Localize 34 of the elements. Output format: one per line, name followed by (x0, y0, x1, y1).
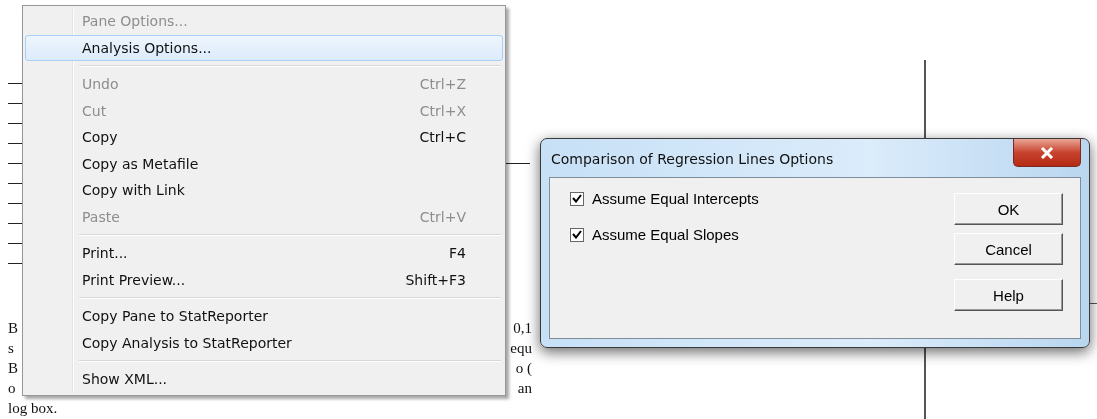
menu-item[interactable]: Copy as Metafile (25, 150, 503, 177)
dialog-button[interactable]: Cancel (954, 233, 1063, 265)
menu-item[interactable]: Copy Ctrl+C (25, 124, 503, 151)
document-text: B (8, 359, 18, 378)
menu-item[interactable]: Print... F4 (25, 240, 503, 267)
dialog-button[interactable]: Help (954, 279, 1063, 311)
menu-item[interactable]: Copy Analysis to StatReporter (25, 329, 503, 356)
document-text: equ (510, 339, 532, 358)
document-text: o ( (515, 359, 532, 378)
window-title: Comparison of Regression Lines Options (551, 151, 834, 167)
document-text: log box. (8, 399, 58, 418)
document-text: B (8, 319, 18, 338)
menu-item[interactable]: Analysis Options... (25, 34, 503, 61)
close-icon (1040, 146, 1054, 159)
shortcut-text: Ctrl+Z (419, 76, 466, 93)
checkbox-label: Assume Equal Slopes (592, 226, 739, 243)
shortcut-text: F4 (449, 245, 466, 262)
document-text: 0,1 (513, 319, 532, 338)
checkbox-label: Assume Equal Intercepts (592, 190, 759, 207)
shortcut-text: Ctrl+X (419, 102, 466, 119)
menu-item[interactable]: Copy Pane to StatReporter (25, 303, 503, 330)
document-text: s (8, 339, 14, 358)
shortcut-text: Ctrl+C (419, 129, 466, 146)
shortcut-text: Ctrl+V (419, 208, 466, 225)
close-button[interactable] (1013, 139, 1081, 167)
shortcut-text: Shift+F3 (405, 271, 466, 288)
checkbox[interactable] (570, 227, 584, 242)
menu-item[interactable]: Print Preview... Shift+F3 (25, 266, 503, 293)
menu-item[interactable]: Show XML... (25, 366, 503, 393)
document-text: an (517, 379, 532, 398)
menu-item[interactable]: Copy with Link (25, 177, 503, 204)
checkbox[interactable] (570, 191, 584, 206)
dialog-button[interactable]: OK (954, 193, 1063, 225)
document-text: o (8, 379, 16, 398)
